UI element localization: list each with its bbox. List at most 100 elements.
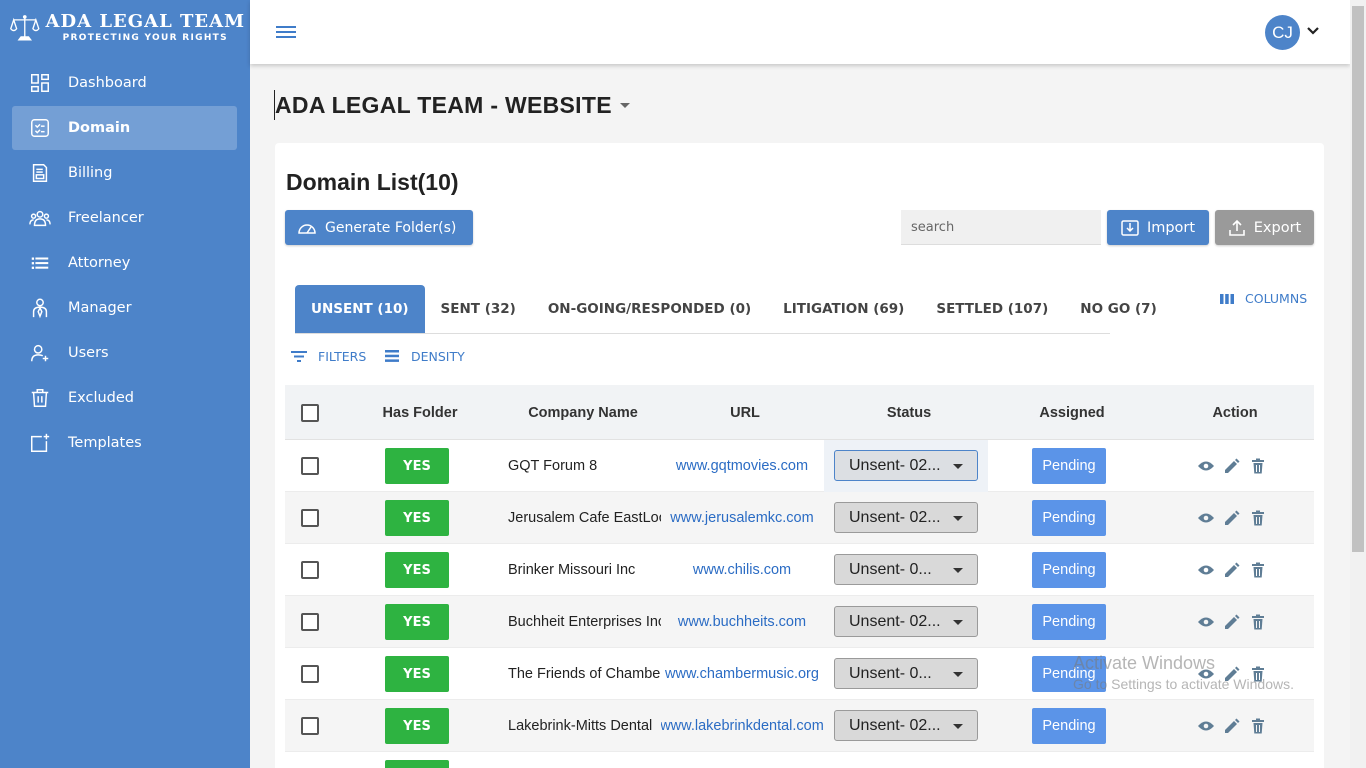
sidebar-item-templates[interactable]: Templates bbox=[12, 421, 237, 465]
edit-icon[interactable] bbox=[1223, 717, 1241, 735]
assigned-pending-button[interactable]: Pending bbox=[1032, 448, 1106, 484]
domain-url-link[interactable]: www.gqtmovies.com bbox=[661, 440, 823, 492]
company-name: Buchheit Enterprises Inc bbox=[508, 614, 661, 630]
column-header-action[interactable]: Action bbox=[1175, 385, 1295, 440]
tab-ongoing-responded[interactable]: ON-GOING/RESPONDED (0) bbox=[532, 285, 767, 333]
column-header-status[interactable]: Status bbox=[845, 385, 973, 440]
delete-icon[interactable] bbox=[1249, 665, 1267, 683]
status-value: Unsent- 0... bbox=[849, 664, 932, 682]
sidebar-item-users[interactable]: Users bbox=[12, 331, 237, 375]
company-name: Brinker Missouri Inc bbox=[508, 562, 636, 578]
tab-settled[interactable]: SETTLED (107) bbox=[920, 285, 1064, 333]
row-checkbox[interactable] bbox=[301, 613, 319, 631]
table-row[interactable]: YES Buchheit Enterprises Inc www.buchhei… bbox=[285, 596, 1314, 648]
caret-down-icon bbox=[953, 620, 963, 625]
domain-icon bbox=[28, 116, 52, 140]
view-icon[interactable] bbox=[1197, 665, 1215, 683]
domain-url-link[interactable]: www.chambermusic.org bbox=[661, 648, 823, 700]
select-all-checkbox[interactable] bbox=[301, 404, 319, 422]
column-header-url[interactable]: URL bbox=[685, 385, 805, 440]
sidebar-item-attorney[interactable]: Attorney bbox=[12, 241, 237, 285]
density-label: DENSITY bbox=[411, 348, 465, 364]
tab-litigation[interactable]: LITIGATION (69) bbox=[767, 285, 920, 333]
table-row[interactable]: YES The Friends of Chamber www.chambermu… bbox=[285, 648, 1314, 700]
sidebar-item-manager[interactable]: Manager bbox=[12, 286, 237, 330]
row-checkbox[interactable] bbox=[301, 561, 319, 579]
table-row[interactable]: YES Jerusalem Cafe EastLoop www.jerusale… bbox=[285, 492, 1314, 544]
edit-icon[interactable] bbox=[1223, 665, 1241, 683]
generate-folders-button[interactable]: Generate Folder(s) bbox=[285, 210, 473, 245]
delete-icon[interactable] bbox=[1249, 613, 1267, 631]
row-checkbox[interactable] bbox=[301, 717, 319, 735]
delete-icon[interactable] bbox=[1249, 457, 1267, 475]
export-button[interactable]: Export bbox=[1215, 210, 1314, 245]
columns-button[interactable]: COLUMNS bbox=[1219, 291, 1307, 306]
sidebar-item-domain[interactable]: Domain bbox=[12, 106, 237, 150]
status-select[interactable]: Unsent- 02... bbox=[834, 502, 978, 533]
density-button[interactable]: DENSITY bbox=[383, 348, 465, 364]
trash-icon bbox=[28, 386, 52, 410]
delete-icon[interactable] bbox=[1249, 509, 1267, 527]
filters-button[interactable]: FILTERS bbox=[290, 348, 366, 364]
user-add-icon bbox=[28, 341, 52, 365]
menu-icon[interactable] bbox=[276, 23, 296, 41]
status-select[interactable]: Unsent- 02... bbox=[834, 450, 978, 481]
column-header-company[interactable]: Company Name bbox=[508, 385, 658, 440]
tab-sent[interactable]: SENT (32) bbox=[425, 285, 532, 333]
assigned-pending-button[interactable]: Pending bbox=[1032, 604, 1106, 640]
edit-icon[interactable] bbox=[1223, 457, 1241, 475]
dashboard-icon bbox=[28, 71, 52, 95]
view-icon[interactable] bbox=[1197, 457, 1215, 475]
row-checkbox[interactable] bbox=[301, 457, 319, 475]
tab-unsent[interactable]: UNSENT (10) bbox=[295, 285, 425, 333]
row-checkbox[interactable] bbox=[301, 509, 319, 527]
caret-down-icon bbox=[953, 672, 963, 677]
status-select[interactable]: Unsent- 02... bbox=[834, 710, 978, 741]
chevron-down-icon[interactable] bbox=[1306, 24, 1320, 38]
view-icon[interactable] bbox=[1197, 717, 1215, 735]
assigned-pending-button[interactable]: Pending bbox=[1032, 656, 1106, 692]
sidebar-item-freelancer[interactable]: Freelancer bbox=[12, 196, 237, 240]
view-icon[interactable] bbox=[1197, 561, 1215, 579]
table-row-partial bbox=[285, 752, 1314, 768]
edit-icon[interactable] bbox=[1223, 561, 1241, 579]
scrollbar-thumb[interactable] bbox=[1352, 6, 1364, 552]
assigned-pending-button[interactable]: Pending bbox=[1032, 500, 1106, 536]
domain-url-link[interactable]: www.buchheits.com bbox=[661, 596, 823, 648]
table-row[interactable]: YES GQT Forum 8 www.gqtmovies.com Unsent… bbox=[285, 440, 1314, 492]
caret-down-icon bbox=[953, 464, 963, 469]
assigned-pending-button[interactable]: Pending bbox=[1032, 552, 1106, 588]
domain-url-link[interactable]: www.chilis.com bbox=[661, 544, 823, 596]
edit-icon[interactable] bbox=[1223, 613, 1241, 631]
domain-list-card: Domain List(10) Generate Folder(s) Impor… bbox=[275, 143, 1324, 768]
assigned-pending-button[interactable]: Pending bbox=[1032, 708, 1106, 744]
status-select[interactable]: Unsent- 0... bbox=[834, 554, 978, 585]
search-input[interactable] bbox=[901, 210, 1101, 245]
edit-icon[interactable] bbox=[1223, 509, 1241, 527]
table-row[interactable]: YES Brinker Missouri Inc www.chilis.com … bbox=[285, 544, 1314, 596]
domain-url-link[interactable]: www.jerusalemkc.com bbox=[661, 492, 823, 544]
sidebar-item-dashboard[interactable]: Dashboard bbox=[12, 61, 237, 105]
domain-url-link[interactable]: www.lakebrinkdental.com bbox=[661, 700, 823, 752]
tab-no-go[interactable]: NO GO (7) bbox=[1064, 285, 1172, 333]
delete-icon[interactable] bbox=[1249, 561, 1267, 579]
project-selector[interactable]: ADA LEGAL TEAM - WEBSITE bbox=[274, 90, 630, 120]
sidebar-item-billing[interactable]: Billing bbox=[12, 151, 237, 195]
status-select[interactable]: Unsent- 0... bbox=[834, 658, 978, 689]
status-select[interactable]: Unsent- 02... bbox=[834, 606, 978, 637]
brand-logo[interactable]: ADA LEGAL TEAM PROTECTING YOUR RIGHTS bbox=[10, 8, 245, 48]
column-header-has-folder[interactable]: Has Folder bbox=[365, 385, 475, 440]
table-row[interactable]: YES Lakebrink-Mitts Dental www.lakebrink… bbox=[285, 700, 1314, 752]
delete-icon[interactable] bbox=[1249, 717, 1267, 735]
row-checkbox[interactable] bbox=[301, 665, 319, 683]
page-scrollbar[interactable] bbox=[1350, 0, 1366, 768]
sidebar-item-excluded[interactable]: Excluded bbox=[12, 376, 237, 420]
user-avatar[interactable]: CJ bbox=[1265, 15, 1300, 50]
sidebar: ADA LEGAL TEAM PROTECTING YOUR RIGHTS Da… bbox=[0, 0, 250, 768]
view-icon[interactable] bbox=[1197, 509, 1215, 527]
status-tabs: UNSENT (10) SENT (32) ON-GOING/RESPONDED… bbox=[295, 285, 1157, 334]
import-button[interactable]: Import bbox=[1107, 210, 1209, 245]
has-folder-badge: YES bbox=[385, 500, 449, 536]
view-icon[interactable] bbox=[1197, 613, 1215, 631]
column-header-assigned[interactable]: Assigned bbox=[1015, 385, 1129, 440]
